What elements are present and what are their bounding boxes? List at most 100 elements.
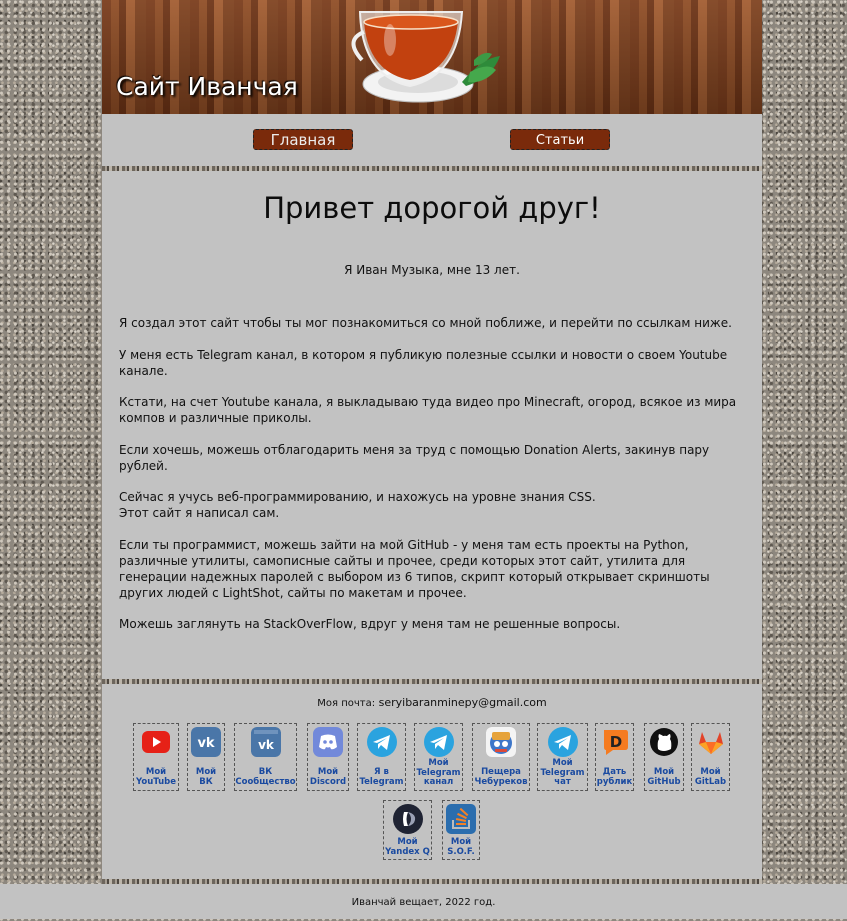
email-label: Моя почта: (317, 698, 376, 709)
link-yandex-q[interactable]: Мой Yandex Q (383, 800, 432, 860)
footer: Моя почта: seryibaranminepy@gmail.com Мо… (102, 684, 762, 879)
link-telegram-channel[interactable]: Мой Telegram канал (414, 723, 463, 791)
link-label-line: S.O.F. (447, 846, 475, 857)
link-label-line: Telegram (416, 767, 461, 778)
paragraph-line: Если хочешь, можешь отблагодарить меня з… (119, 442, 710, 473)
link-cheburek-cave[interactable]: Пещера Чебуреков (472, 723, 530, 791)
paragraph: Можешь заглянуть на StackOverFlow, вдруг… (119, 616, 749, 632)
paragraph: У меня есть Telegram канал, в котором я … (119, 347, 749, 379)
link-label-line: Пещера (481, 767, 521, 777)
link-label-line: ВК (258, 767, 273, 777)
link-label: Мой YouTube (134, 767, 178, 787)
site-header: Сайт Иванчая (102, 0, 762, 114)
paragraph-line: Кстати, на счет Youtube канала, я выклад… (119, 395, 737, 425)
telegram-icon (547, 727, 578, 757)
stackoverflow-icon (446, 804, 476, 834)
paragraph: Если хочешь, можешь отблагодарить меня з… (119, 442, 749, 474)
link-label-line: Мой (428, 758, 449, 768)
link-label: Пещера Чебуреков (473, 767, 529, 787)
intro-text: Я Иван Музыка, мне 13 лет. (344, 263, 520, 277)
page-title: Привет дорогой друг! (263, 191, 601, 225)
paragraph: Сейчас я учусь веб-программированию, и н… (119, 489, 749, 521)
link-label-line: GitHub (647, 776, 681, 787)
nav-home-button[interactable]: Главная (253, 129, 353, 150)
paragraph: Я создал этот сайт чтобы ты мог познаком… (119, 315, 749, 331)
cheburek-icon (486, 727, 516, 757)
link-stackoverflow[interactable]: Мой S.O.F. (442, 800, 480, 860)
link-label: Мой GitHub (645, 767, 683, 787)
svg-text:vk: vk (197, 736, 214, 751)
link-label: Мой Telegram канал (415, 758, 462, 788)
link-telegram-chat[interactable]: Мой Telegram чат (537, 723, 588, 791)
link-youtube[interactable]: Мой YouTube (133, 723, 179, 791)
link-label-line: ВК (199, 776, 213, 787)
gitlab-icon (698, 732, 723, 754)
link-label: Мой ВК (188, 767, 224, 787)
nav-articles-button[interactable]: Статьи (510, 129, 610, 150)
link-label-line: Мой (653, 767, 675, 777)
email-line: Моя почта: seryibaranminepy@gmail.com (102, 696, 762, 709)
telegram-icon (423, 727, 454, 757)
link-label-line: Мой (195, 767, 217, 777)
site-title: Сайт Иванчая (116, 72, 298, 101)
nav-bar: Главная Статьи (102, 114, 762, 166)
yandex-q-icon (392, 804, 423, 834)
link-label-line: Мой (397, 837, 418, 847)
main-content: Привет дорогой друг! Я Иван Музыка, мне … (102, 171, 762, 679)
link-label-line: Мой (700, 767, 721, 777)
email-address[interactable]: seryibaranminepy@gmail.com (379, 696, 547, 709)
link-gitlab[interactable]: Мой GitLab (691, 723, 730, 791)
link-label: ВК Сообщество (235, 767, 296, 787)
vk-community-icon: vk (250, 727, 281, 757)
link-label-line: YouTube (135, 776, 177, 787)
paragraph-line: Если ты программист, можешь зайти на мой… (119, 537, 710, 600)
link-label-line: Мой (145, 767, 167, 777)
paragraph-line: Я создал этот сайт чтобы ты мог познаком… (119, 316, 732, 330)
link-label-line: Telegram (540, 767, 585, 778)
link-label-line: Discord (309, 776, 347, 787)
link-label-line: чат (554, 777, 571, 787)
link-label: Я в Telegram (358, 767, 405, 787)
link-label-line: канал (423, 777, 454, 787)
teacup-image (351, 11, 500, 103)
link-label-line: Я в (374, 767, 389, 777)
link-label-line: Дать (602, 767, 627, 777)
about-paragraphs: Я создал этот сайт чтобы ты мог познаком… (119, 315, 749, 648)
page-container: Сайт Иванчая Главная Статьи Привет дорог… (102, 0, 762, 884)
link-label: Мой Discord (308, 767, 348, 787)
donation-alerts-icon: D (603, 730, 628, 755)
link-telegram-me[interactable]: Я в Telegram (357, 723, 406, 791)
link-label: Мой GitLab (692, 767, 729, 787)
link-label-line: Мой (450, 837, 472, 847)
link-donate[interactable]: D Дать рублик (595, 723, 634, 791)
link-label-line: Мой (552, 758, 573, 768)
link-github[interactable]: Мой GitHub (644, 723, 684, 791)
copyright-text: Иванчай вещает, 2022 год. (351, 897, 496, 908)
link-discord[interactable]: Мой Discord (307, 723, 349, 791)
github-icon (650, 728, 678, 756)
paragraph-line: Можешь заглянуть на StackOverFlow, вдруг… (119, 617, 621, 631)
vk-icon: vk (191, 727, 221, 757)
link-label: Мой Yandex Q (384, 837, 431, 857)
paragraph: Если ты программист, можешь зайти на мой… (119, 537, 749, 601)
youtube-icon (142, 731, 170, 753)
telegram-icon (366, 727, 397, 757)
link-label-line: GitLab (694, 776, 727, 787)
link-label: Дать рублик (596, 767, 633, 787)
svg-text:vk: vk (258, 738, 275, 752)
link-vk-community[interactable]: vk ВК Сообщество (234, 723, 297, 791)
link-label-line: Yandex Q (385, 846, 430, 857)
paragraph-line: Этот сайт я написал сам. (119, 506, 280, 520)
paragraph-line: Сейчас я учусь веб-программированию, и н… (119, 490, 596, 504)
link-label-line: Сообщество (235, 776, 296, 787)
link-label-line: Мой (317, 767, 339, 777)
paragraph-line: У меня есть Telegram канал, в котором я … (119, 347, 728, 378)
paragraph: Кстати, на счет Youtube канала, я выклад… (119, 394, 749, 426)
link-label-line: Telegram (359, 776, 404, 787)
link-vk[interactable]: vk Мой ВК (187, 723, 225, 791)
svg-text:D: D (609, 733, 621, 751)
copyright-bar: Иванчай вещает, 2022 год. (0, 884, 847, 919)
link-label-line: рублик (596, 776, 633, 787)
link-label: Мой Telegram чат (538, 758, 587, 788)
link-label: Мой S.O.F. (443, 837, 479, 857)
